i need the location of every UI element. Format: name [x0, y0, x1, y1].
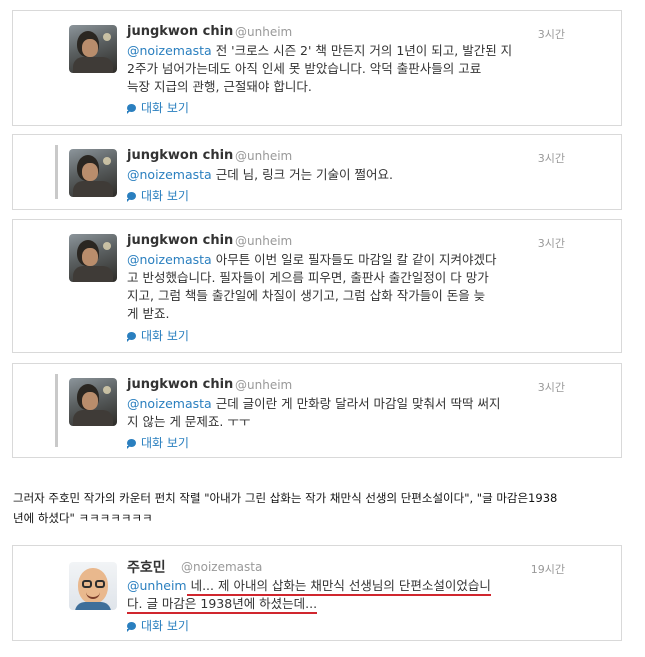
- mention-link[interactable]: @noizemasta: [127, 43, 212, 58]
- user-name[interactable]: jungkwon chin: [127, 148, 233, 163]
- caption-text: 그러자 주호민 작가의 카운터 펀치 작렬 "아내가 그린 삽화는 작가 채만식…: [13, 491, 558, 525]
- avatar[interactable]: [69, 149, 117, 197]
- view-conversation-link[interactable]: 대화 보기: [127, 99, 189, 116]
- timestamp[interactable]: 3시간: [538, 235, 565, 251]
- view-conversation-link[interactable]: 대화 보기: [127, 434, 189, 451]
- speech-bubble-icon: [127, 439, 136, 449]
- timestamp[interactable]: 3시간: [538, 150, 565, 166]
- user-name[interactable]: jungkwon chin: [127, 377, 233, 392]
- mention-link[interactable]: @noizemasta: [127, 167, 212, 182]
- tweet-text: @noizemasta 전 '크로스 시즌 2' 책 만든지 거의 1년이 되고…: [127, 43, 513, 94]
- view-conversation-link[interactable]: 대화 보기: [127, 187, 189, 204]
- tweet-card: jungkwon chin @unheim 3시간 @noizemasta 아무…: [12, 219, 622, 353]
- user-handle[interactable]: @noizemasta: [181, 560, 262, 574]
- tweet-card: jungkwon chin @unheim 3시간 @noizemasta 전 …: [12, 10, 622, 126]
- user-handle[interactable]: @unheim: [235, 25, 292, 39]
- user-name[interactable]: jungkwon chin: [127, 233, 233, 248]
- tweet-text: @noizemasta 아무튼 이번 일로 필자들도 마감일 칼 같이 지켜야겠…: [127, 252, 497, 321]
- tweet-card: jungkwon chin @unheim 3시간 @noizemasta 근데…: [12, 134, 622, 210]
- timestamp[interactable]: 3시간: [538, 379, 565, 395]
- avatar[interactable]: [69, 234, 117, 282]
- tweet-text: @noizemasta 근데 님, 링크 거는 기술이 쩔어요.: [127, 167, 394, 182]
- speech-bubble-icon: [127, 192, 136, 202]
- avatar[interactable]: [69, 562, 117, 610]
- view-conversation-link[interactable]: 대화 보기: [127, 617, 189, 634]
- user-handle[interactable]: @unheim: [235, 149, 292, 163]
- user-name[interactable]: 주호민: [127, 557, 166, 577]
- user-name[interactable]: jungkwon chin: [127, 24, 233, 39]
- highlighted-text: 다. 글 마감은 1938년에 하셨는데...: [127, 596, 318, 614]
- thread-line: [55, 374, 58, 447]
- speech-bubble-icon: [127, 622, 136, 632]
- view-conversation-link[interactable]: 대화 보기: [127, 327, 189, 344]
- mention-link[interactable]: @noizemasta: [127, 252, 212, 267]
- highlighted-text: 네... 제 아내의 삽화는 채만식 선생님의 단편소설이었습니: [186, 578, 491, 596]
- speech-bubble-icon: [127, 104, 136, 114]
- thread-line: [55, 145, 58, 199]
- tweet-card: 주호민 @noizemasta 19시간 @unheim 네... 제 아내의 …: [12, 545, 622, 641]
- avatar[interactable]: [69, 378, 117, 426]
- tweet-text: @unheim 네... 제 아내의 삽화는 채만식 선생님의 단편소설이었습니…: [127, 577, 587, 614]
- tweet-card: jungkwon chin @unheim 3시간 @noizemasta 근데…: [12, 363, 622, 458]
- mention-link[interactable]: @unheim: [127, 578, 187, 593]
- tweet-text: @noizemasta 근데 글이란 게 만화랑 달라서 마감일 맞춰서 딱딱 …: [127, 396, 501, 429]
- user-handle[interactable]: @unheim: [235, 234, 292, 248]
- user-handle[interactable]: @unheim: [235, 378, 292, 392]
- speech-bubble-icon: [127, 332, 136, 342]
- mention-link[interactable]: @noizemasta: [127, 396, 212, 411]
- avatar[interactable]: [69, 25, 117, 73]
- timestamp[interactable]: 3시간: [538, 26, 565, 42]
- timestamp[interactable]: 19시간: [531, 561, 565, 577]
